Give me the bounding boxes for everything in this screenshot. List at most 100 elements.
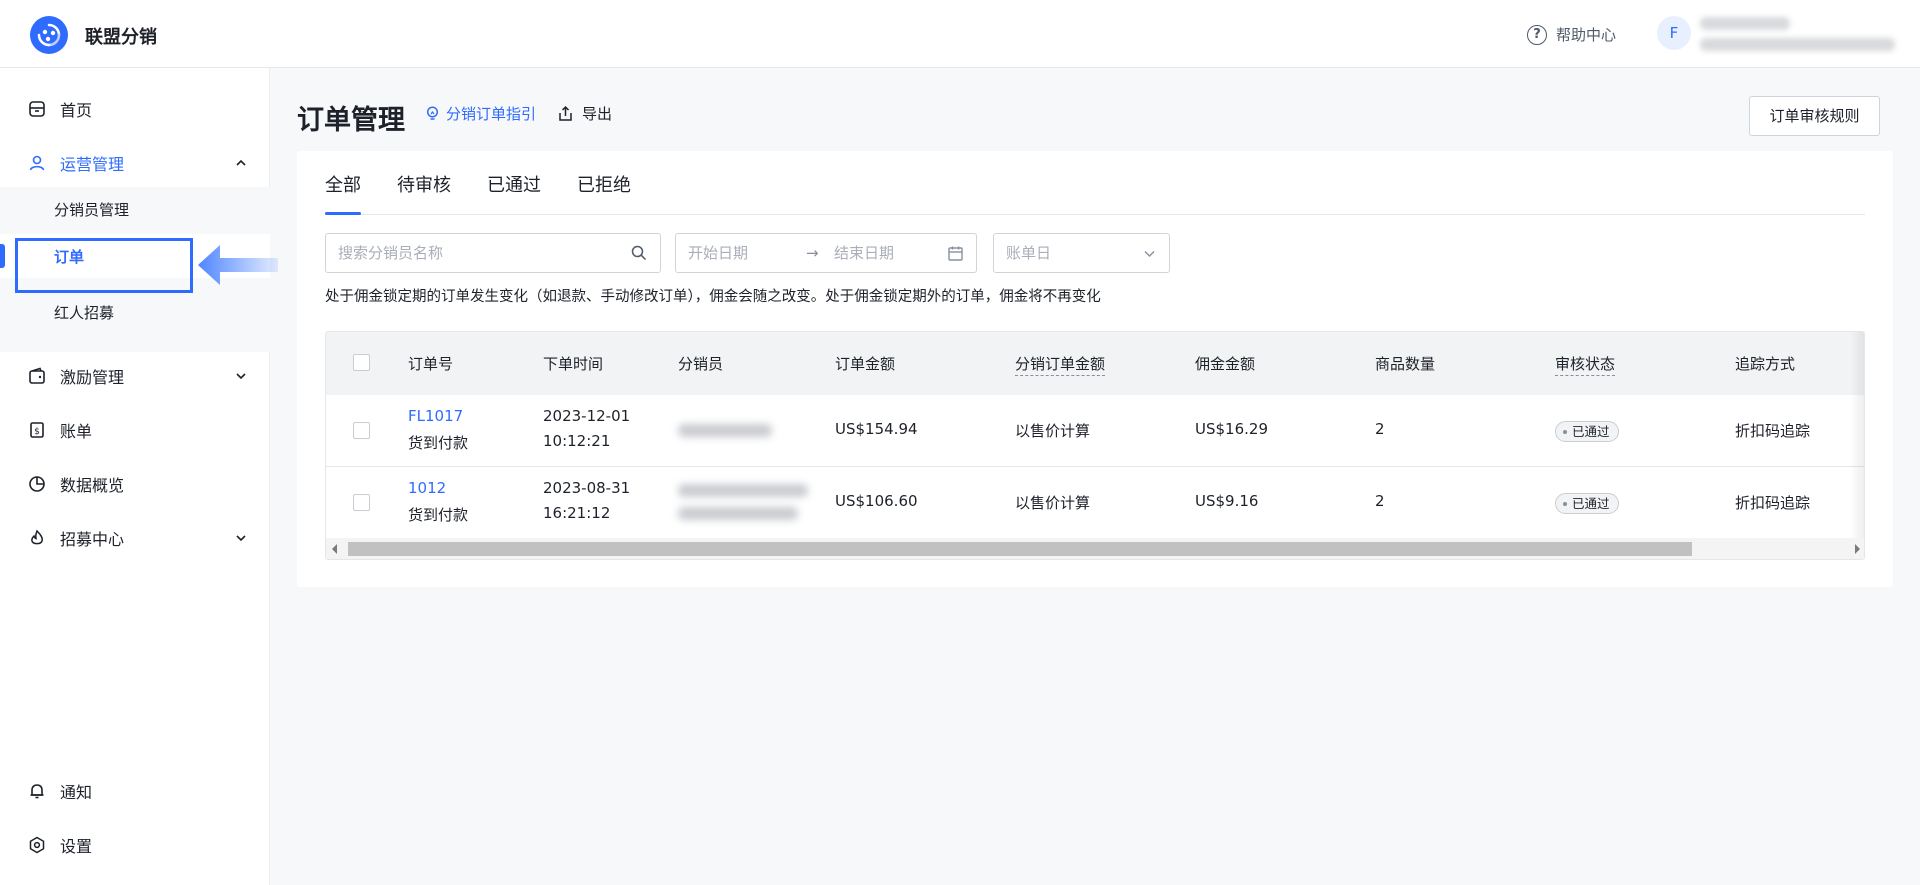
calendar-icon: [948, 246, 963, 261]
tab-active-underline: [325, 212, 361, 215]
settings-icon: [28, 836, 46, 854]
commission-amount: US$16.29: [1195, 420, 1268, 438]
select-all-checkbox[interactable]: [353, 354, 370, 371]
scroll-right-icon[interactable]: [1855, 544, 1860, 554]
chevron-up-icon: [236, 159, 246, 166]
sidebar-subitem-influencer-recruit[interactable]: 红人招募: [0, 290, 270, 334]
status-badge: 已通过: [1555, 421, 1619, 442]
order-review-rules-button[interactable]: 订单审核规则: [1749, 96, 1880, 136]
bill-day-select[interactable]: 账单日: [993, 233, 1170, 273]
order-date: 2023-08-31: [543, 479, 631, 497]
bell-icon: [28, 782, 46, 800]
order-date: 2023-12-01: [543, 407, 631, 425]
order-number-link[interactable]: FL1017: [408, 407, 463, 425]
column-header: 追踪方式: [1735, 355, 1796, 373]
tab-all[interactable]: 全部: [325, 171, 361, 197]
help-center-link[interactable]: ? 帮助中心: [1527, 24, 1616, 45]
help-label: 帮助中心: [1556, 26, 1617, 44]
tab-pending[interactable]: 待审核: [397, 171, 451, 197]
sidebar-item-settings[interactable]: 设置: [0, 823, 270, 867]
app-logo[interactable]: [30, 16, 68, 54]
sidebar-subitem-distributors[interactable]: 分销员管理: [0, 187, 270, 231]
pie-chart-icon: [28, 475, 46, 493]
tab-rejected[interactable]: 已拒绝: [577, 171, 631, 197]
column-header: 分销员: [678, 355, 724, 373]
table-row[interactable]: FL1017 货到付款 2023-12-01 10:12:21 US$154.9…: [326, 395, 1864, 467]
user-icon: [28, 154, 46, 172]
sidebar-item-incentives[interactable]: 激励管理: [0, 354, 270, 398]
sidebar: 首页 运营管理 分销员管理 订单 红人招募 激励管理 $ 账单 数据概览 招募中…: [0, 68, 270, 885]
orders-table: 订单号 下单时间 分销员 订单金额 分销订单金额 佣金金额 商品数量 审核状态 …: [325, 331, 1865, 560]
commission-notice: 处于佣金锁定期的订单发生变化（如退款、手动修改订单），佣金会随之改变。处于佣金锁…: [325, 289, 1101, 305]
column-header: 佣金金额: [1195, 355, 1256, 373]
distributor-name-redacted: [678, 484, 808, 497]
column-header: 分销订单金额: [1015, 353, 1106, 376]
distributor-email-redacted: [678, 507, 798, 520]
order-amount: US$154.94: [835, 420, 918, 438]
arrow-right-icon: →: [806, 244, 819, 262]
order-time: 10:12:21: [543, 432, 611, 450]
account-email-redacted: [1700, 38, 1895, 51]
row-checkbox[interactable]: [353, 494, 370, 511]
sidebar-item-home[interactable]: 首页: [0, 87, 270, 131]
sidebar-item-bills[interactable]: $ 账单: [0, 408, 270, 452]
logo-icon: [37, 23, 61, 47]
chevron-down-icon: [236, 535, 246, 542]
export-icon: [559, 105, 572, 121]
sidebar-item-label: 设置: [60, 837, 93, 856]
column-header: 订单金额: [835, 355, 896, 373]
search-placeholder: 搜索分销员名称: [338, 244, 444, 262]
payment-method: 货到付款: [408, 434, 469, 452]
top-header: 联盟分销 ? 帮助中心 F: [0, 0, 1920, 68]
date-range-picker[interactable]: 开始日期 → 结束日期: [675, 233, 977, 273]
scrollbar-thumb[interactable]: [348, 542, 1692, 556]
sidebar-item-label: 数据概览: [60, 476, 125, 495]
horizontal-scrollbar[interactable]: [326, 538, 1864, 559]
tracking-method: 折扣码追踪: [1735, 422, 1811, 440]
sidebar-item-notifications[interactable]: 通知: [0, 769, 270, 813]
status-badge: 已通过: [1555, 493, 1619, 514]
sidebar-item-label: 账单: [60, 422, 93, 441]
svg-text:$: $: [34, 427, 40, 437]
highlight-box: [15, 238, 193, 293]
end-date-placeholder: 结束日期: [834, 244, 895, 262]
sidebar-item-operations[interactable]: 运营管理: [0, 141, 270, 185]
store-icon: [28, 100, 46, 118]
wallet-icon: [28, 367, 46, 385]
column-header: 下单时间: [543, 355, 604, 373]
distributor-search-input[interactable]: 搜索分销员名称: [325, 233, 661, 273]
order-number-link[interactable]: 1012: [408, 479, 446, 497]
account-name-redacted: [1700, 17, 1790, 30]
table-row[interactable]: 1012 货到付款 2023-08-31 16:21:12 US$106.60 …: [326, 467, 1864, 539]
sidebar-item-label: 通知: [60, 783, 93, 802]
tab-approved[interactable]: 已通过: [487, 171, 541, 197]
order-time: 16:21:12: [543, 504, 611, 522]
bill-day-placeholder: 账单日: [1006, 244, 1052, 262]
sidebar-item-label: 运营管理: [60, 155, 125, 174]
order-guide-link[interactable]: 分销订单指引: [424, 103, 536, 124]
sidebar-item-data-overview[interactable]: 数据概览: [0, 462, 270, 506]
scroll-left-icon[interactable]: [332, 544, 337, 554]
help-icon: ?: [1527, 24, 1547, 45]
order-amount: US$106.60: [835, 492, 918, 510]
app-title: 联盟分销: [85, 27, 157, 48]
chevron-down-icon: [236, 373, 246, 380]
item-quantity: 2: [1375, 420, 1385, 438]
sidebar-item-label: 首页: [60, 101, 93, 120]
start-date-placeholder: 开始日期: [688, 244, 749, 262]
flame-icon: [28, 529, 46, 547]
column-header: 商品数量: [1375, 355, 1436, 373]
sidebar-item-label: 激励管理: [60, 368, 125, 387]
distribution-order-amount: 以售价计算: [1015, 494, 1091, 512]
commission-amount: US$9.16: [1195, 492, 1259, 510]
sidebar-item-recruit-center[interactable]: 招募中心: [0, 516, 270, 560]
tabs-divider: [325, 214, 1865, 215]
bill-icon: $: [28, 421, 46, 439]
orders-card: 全部 待审核 已通过 已拒绝 搜索分销员名称 开始日期 → 结束日期 账单日 处…: [297, 151, 1893, 587]
search-icon: [631, 245, 647, 261]
page-title: 订单管理: [297, 105, 405, 136]
export-button[interactable]: 导出: [557, 103, 612, 124]
active-indicator: [0, 244, 5, 268]
avatar[interactable]: F: [1657, 16, 1691, 50]
row-checkbox[interactable]: [353, 422, 370, 439]
